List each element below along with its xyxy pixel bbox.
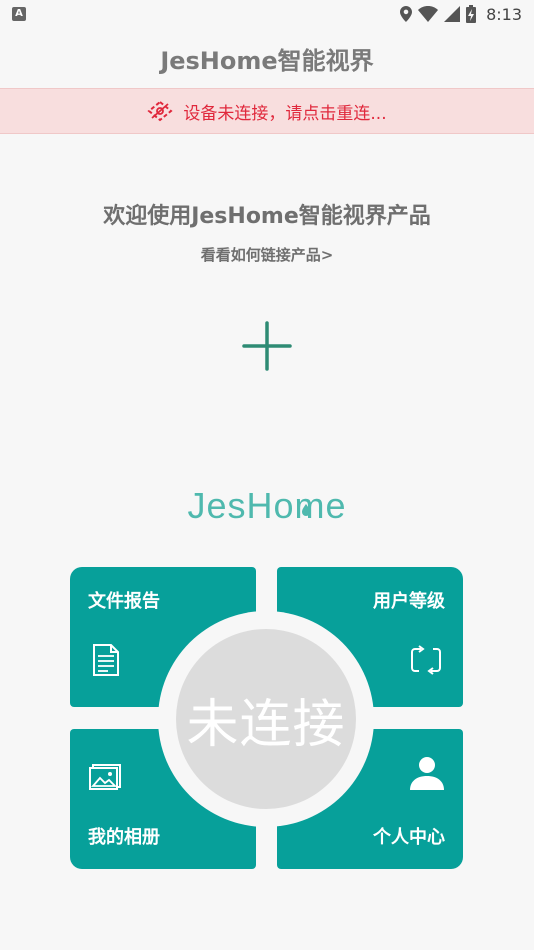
how-to-connect-link[interactable]: 看看如何链接产品> <box>0 244 534 265</box>
svg-text:JesHome: JesHome <box>187 485 346 526</box>
user-level-label: 用户等级 <box>373 591 445 612</box>
reconnect-banner[interactable]: 设备未连接，请点击重连... <box>0 88 534 134</box>
wifi-icon <box>418 6 439 22</box>
app-bar: JesHome智能视界 <box>0 28 534 88</box>
my-album-label: 我的相册 <box>88 827 160 848</box>
personal-center-label: 个人中心 <box>373 827 445 848</box>
disconnect-icon <box>147 100 173 122</box>
add-device-button[interactable] <box>239 318 295 374</box>
photo-icon <box>89 764 121 790</box>
signal-icon <box>444 6 461 22</box>
file-report-label: 文件报告 <box>88 591 160 612</box>
app-title: JesHome智能视界 <box>160 46 374 75</box>
status-right: 8:13 <box>400 5 522 24</box>
user-icon <box>410 757 444 790</box>
brand-logo: JesHome <box>0 480 534 534</box>
banner-text: 设备未连接，请点击重连... <box>183 103 387 124</box>
location-icon <box>400 6 413 22</box>
welcome-title: 欢迎使用JesHome智能视界产品 <box>103 204 431 229</box>
status-bar: A 8:13 <box>0 0 534 28</box>
refresh-frame-icon <box>411 645 441 675</box>
status-time: 8:13 <box>486 4 522 24</box>
control-panel: 文件报告 用户等级 我的相册 个人中心 未连接 <box>70 567 463 869</box>
connection-status-button[interactable]: 未连接 <box>176 629 356 809</box>
battery-charging-icon <box>466 5 477 23</box>
notification-icon: A <box>12 7 26 21</box>
plus-icon <box>242 321 292 371</box>
document-icon <box>93 644 119 676</box>
status-left: A <box>12 7 26 21</box>
